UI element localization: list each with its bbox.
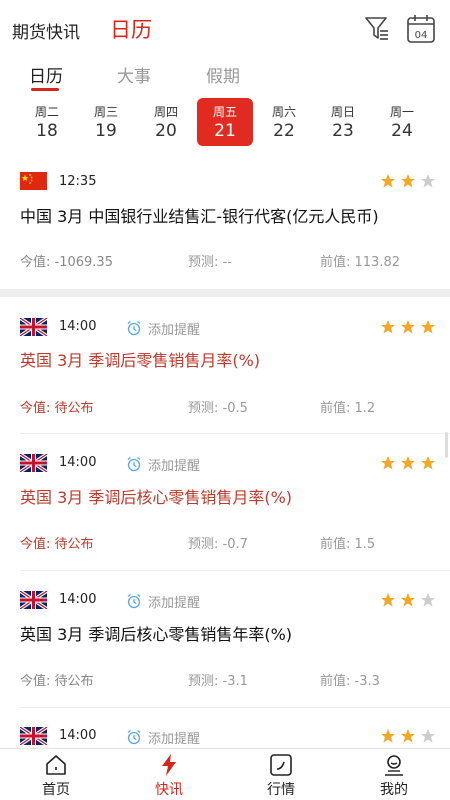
calendar-icon-text: 04 bbox=[415, 30, 428, 41]
filter-icon[interactable] bbox=[364, 14, 390, 42]
alarm-clock-icon bbox=[127, 729, 141, 745]
event-item[interactable]: 12:35 中国 3月 中国银行业结售汇-银行代客(亿元人民币) 今值: -10… bbox=[0, 160, 450, 288]
reminder-label: 添加提醒 bbox=[148, 459, 201, 474]
previous-value: 前值: -3.3 bbox=[320, 674, 380, 689]
event-item[interactable]: 14:00 添加提醒 英国 3月 季调后核心零售销售月率(%) 今值: 待公布 … bbox=[0, 434, 450, 570]
day-fri-selected[interactable]: 周五 21 bbox=[197, 98, 253, 146]
page-title: 日历 bbox=[110, 18, 152, 42]
nav-market[interactable]: 行情 bbox=[251, 753, 311, 799]
day-weekday: 周六 bbox=[271, 105, 296, 119]
day-sun[interactable]: 周日 23 bbox=[315, 98, 371, 146]
bottom-nav: 首页 快讯 行情 我的 bbox=[0, 748, 450, 800]
lightning-icon bbox=[162, 754, 176, 776]
event-time: 12:35 bbox=[59, 174, 97, 189]
day-selector: 周二 18 周三 19 周四 20 周五 21 周六 22 周日 23 周一 2… bbox=[0, 96, 450, 152]
day-date: 22 bbox=[273, 121, 295, 141]
uk-flag-icon bbox=[20, 591, 47, 609]
nav-label: 行情 bbox=[267, 782, 295, 798]
uk-flag-icon bbox=[20, 318, 47, 336]
actual-value: 今值: 待公布 bbox=[20, 401, 94, 416]
actual-value: 今值: 待公布 bbox=[20, 537, 94, 552]
day-weekday: 周日 bbox=[330, 105, 355, 119]
day-date: 23 bbox=[332, 121, 354, 141]
previous-value: 前值: 1.2 bbox=[320, 401, 376, 416]
event-title: 英国 3月 季调后零售销售月率(%) bbox=[20, 351, 261, 370]
day-thu[interactable]: 周四 20 bbox=[138, 98, 194, 146]
importance-stars bbox=[381, 456, 435, 470]
nav-home[interactable]: 首页 bbox=[26, 753, 86, 799]
tab-bar: 日历 大事 假期 bbox=[0, 58, 450, 94]
calendar-icon[interactable]: 04 bbox=[406, 14, 436, 44]
importance-stars bbox=[381, 320, 435, 334]
alarm-clock-icon bbox=[127, 456, 141, 472]
day-wed[interactable]: 周三 19 bbox=[78, 98, 134, 146]
top-bar: 期货快讯 日历 04 bbox=[0, 0, 450, 58]
uk-flag-icon bbox=[20, 727, 47, 745]
chart-icon bbox=[270, 754, 292, 776]
day-date: 20 bbox=[155, 121, 177, 141]
nav-label: 快讯 bbox=[155, 782, 183, 798]
event-item[interactable]: 14:00 添加提醒 英国 3月 季调后核心零售销售年率(%) 今值: 待公布 … bbox=[0, 571, 450, 707]
importance-stars bbox=[381, 729, 435, 743]
event-title: 英国 3月 季调后核心零售销售年率(%) bbox=[20, 625, 293, 644]
section-gap bbox=[0, 289, 450, 297]
scrollbar-thumb[interactable] bbox=[445, 432, 448, 458]
event-title: 英国 3月 季调后核心零售销售月率(%) bbox=[20, 488, 293, 507]
profile-icon bbox=[385, 755, 403, 776]
app-title: 期货快讯 bbox=[12, 23, 80, 43]
home-icon bbox=[46, 755, 66, 775]
day-date: 19 bbox=[95, 121, 117, 141]
reminder-label: 添加提醒 bbox=[148, 596, 201, 611]
event-time: 14:00 bbox=[59, 728, 97, 743]
china-flag-icon bbox=[20, 172, 47, 190]
forecast-value: 预测: -- bbox=[188, 255, 232, 270]
tab-events[interactable]: 大事 bbox=[117, 62, 151, 87]
previous-value: 前值: 1.5 bbox=[320, 537, 376, 552]
actual-value: 今值: -1069.35 bbox=[20, 255, 113, 270]
day-weekday: 周二 bbox=[34, 105, 59, 119]
reminder-label: 添加提醒 bbox=[148, 732, 201, 747]
day-weekday: 周五 bbox=[212, 105, 237, 119]
day-weekday: 周一 bbox=[389, 105, 414, 119]
day-date: 21 bbox=[214, 121, 236, 141]
forecast-value: 预测: -0.7 bbox=[188, 537, 248, 552]
nav-label: 首页 bbox=[42, 782, 70, 798]
event-time: 14:00 bbox=[59, 592, 97, 607]
tab-calendar[interactable]: 日历 bbox=[29, 62, 63, 87]
day-weekday: 周三 bbox=[93, 105, 118, 119]
event-time: 14:00 bbox=[59, 319, 97, 334]
uk-flag-icon bbox=[20, 454, 47, 472]
nav-label: 我的 bbox=[380, 782, 408, 798]
alarm-clock-icon bbox=[127, 593, 141, 609]
event-item[interactable]: 14:00 添加提醒 bbox=[0, 708, 450, 748]
event-time: 14:00 bbox=[59, 455, 97, 470]
alarm-clock-icon bbox=[127, 320, 141, 336]
day-date: 24 bbox=[391, 121, 413, 141]
importance-stars bbox=[381, 174, 435, 188]
event-item[interactable]: 14:00 添加提醒 英国 3月 季调后零售销售月率(%) 今值: 待公布 预测… bbox=[0, 297, 450, 433]
nav-profile[interactable]: 我的 bbox=[364, 753, 424, 799]
day-weekday: 周四 bbox=[153, 105, 178, 119]
importance-stars bbox=[381, 593, 435, 607]
previous-value: 前值: 113.82 bbox=[320, 255, 400, 270]
nav-flash-news[interactable]: 快讯 bbox=[139, 753, 199, 799]
forecast-value: 预测: -3.1 bbox=[188, 674, 248, 689]
tab-holidays[interactable]: 假期 bbox=[206, 62, 240, 87]
day-sat[interactable]: 周六 22 bbox=[256, 98, 312, 146]
day-tue[interactable]: 周二 18 bbox=[19, 98, 75, 146]
reminder-label: 添加提醒 bbox=[148, 323, 201, 338]
event-title: 中国 3月 中国银行业结售汇-银行代客(亿元人民币) bbox=[20, 207, 379, 226]
day-date: 18 bbox=[36, 121, 58, 141]
day-mon[interactable]: 周一 24 bbox=[374, 98, 430, 146]
tab-underline bbox=[31, 88, 59, 91]
forecast-value: 预测: -0.5 bbox=[188, 401, 248, 416]
actual-value: 今值: 待公布 bbox=[20, 674, 94, 689]
